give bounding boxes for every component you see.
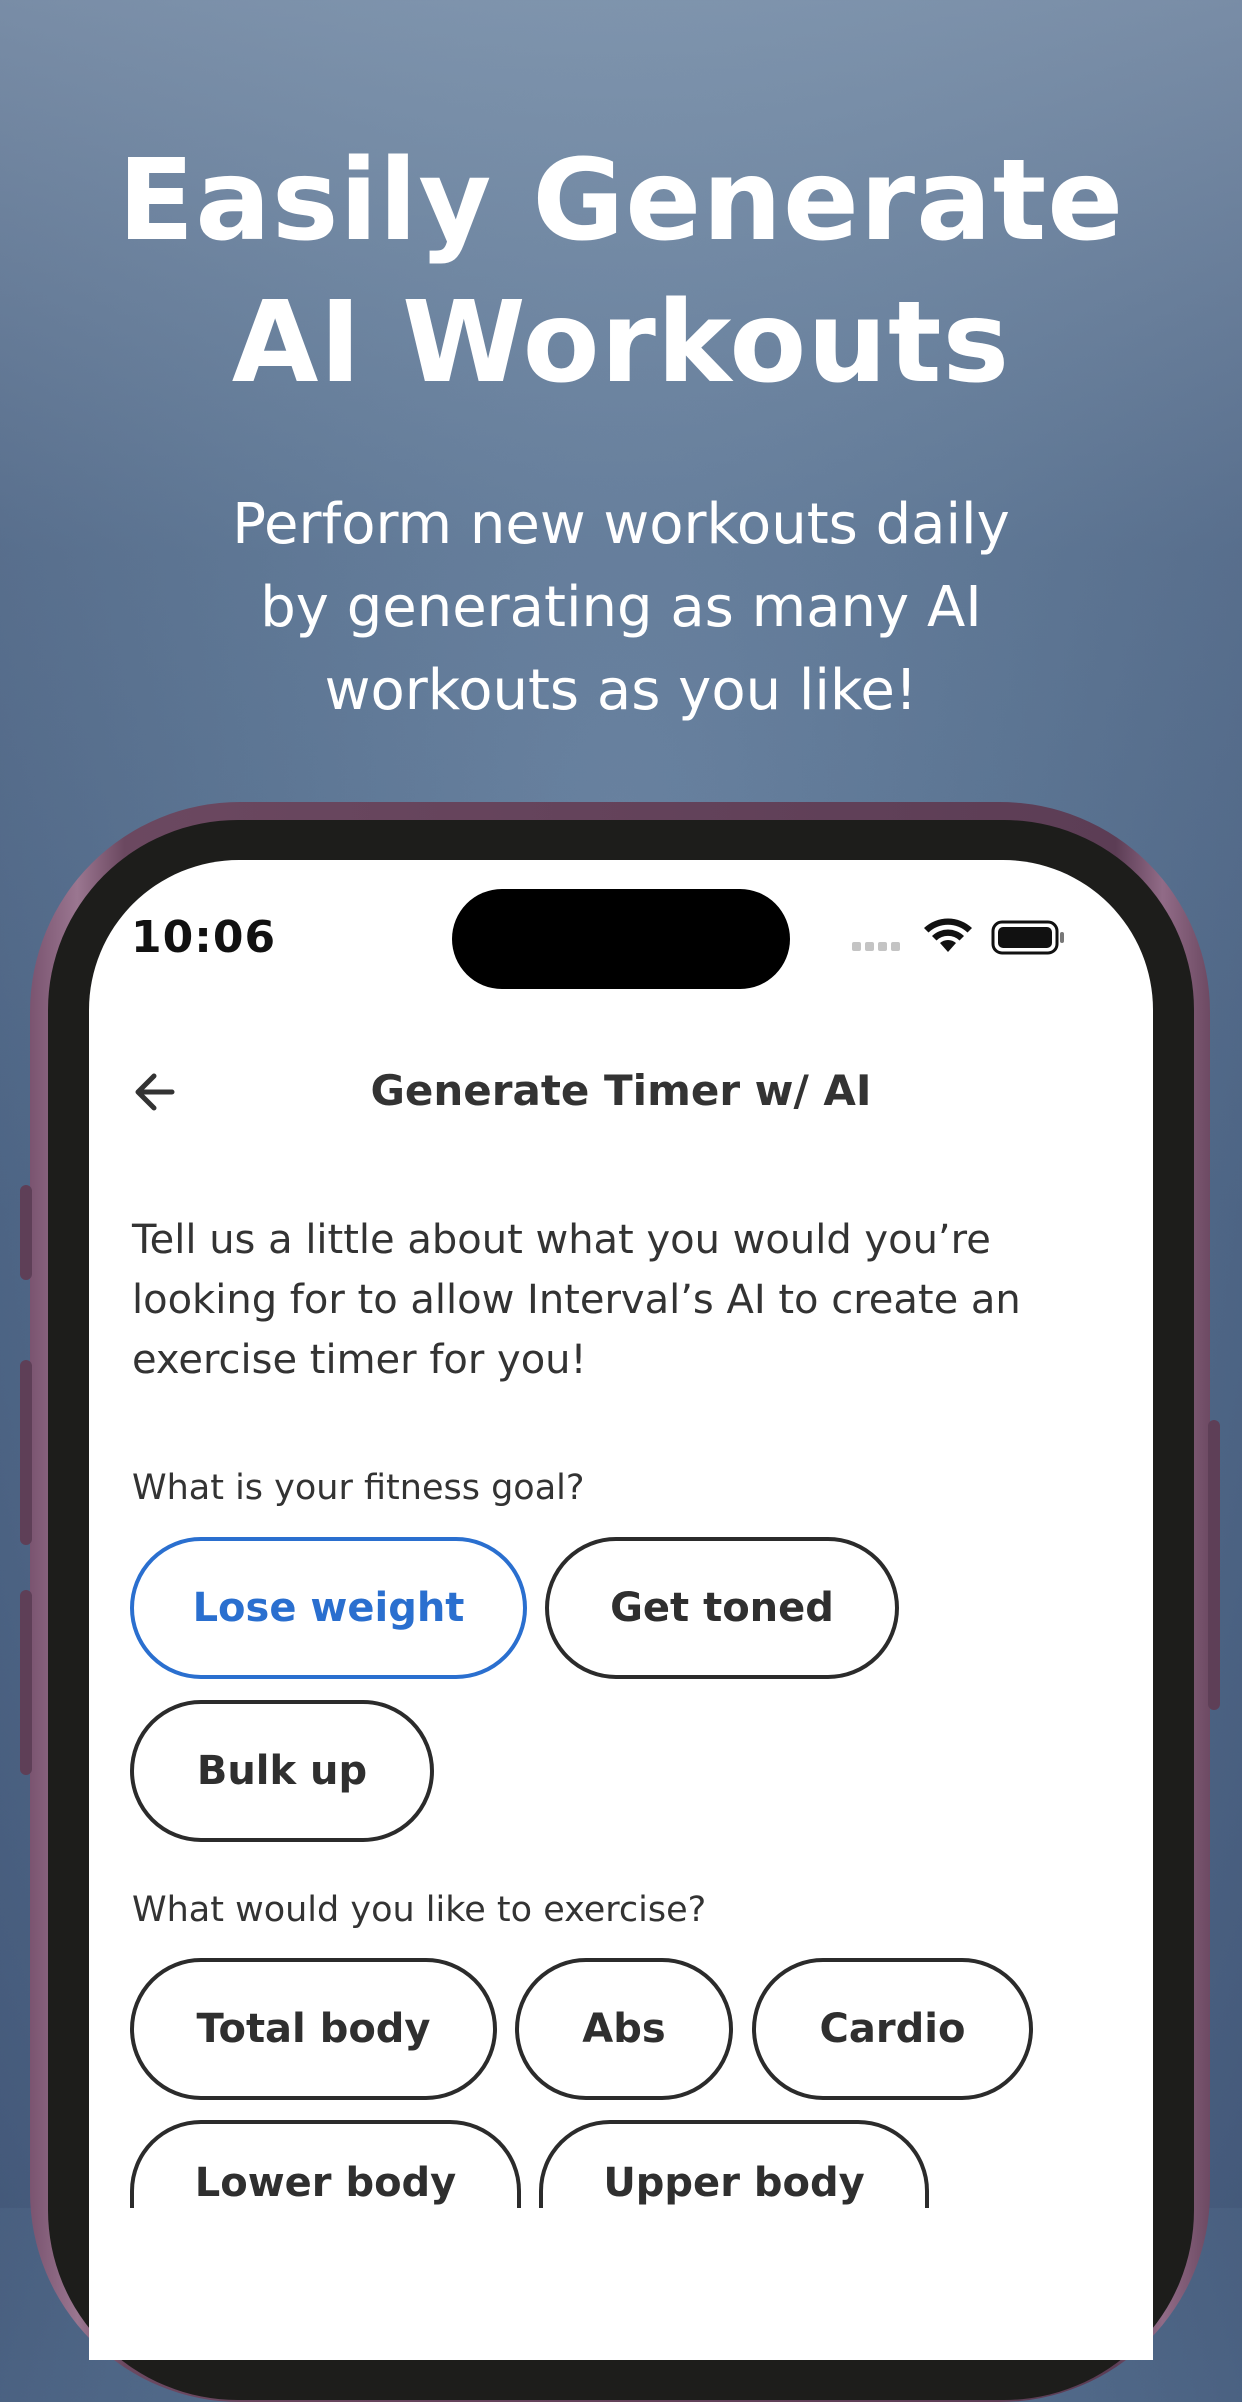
- goal-option-lose-weight[interactable]: Lose weight: [130, 1537, 527, 1679]
- headline-line-1: Easily Generate: [117, 136, 1125, 266]
- cellular-signal-icon: [852, 942, 900, 951]
- exercise-option-abs[interactable]: Abs: [515, 1958, 733, 2100]
- marketing-subhead: Perform new workouts daily by generating…: [121, 483, 1121, 732]
- subhead-line-3: workouts as you like!: [324, 658, 918, 723]
- marketing-headline: Easily Generate AI Workouts: [0, 130, 1242, 414]
- phone-side-button-volume-down: [20, 1590, 32, 1775]
- exercise-option-cardio[interactable]: Cardio: [752, 1958, 1033, 2100]
- phone-side-button-volume-up: [20, 1360, 32, 1545]
- subhead-line-1: Perform new workouts daily: [232, 492, 1010, 557]
- intro-line-3: exercise timer for you!: [132, 1337, 587, 1383]
- intro-line-2: looking for to allow Interval’s AI to cr…: [132, 1277, 1021, 1323]
- wifi-icon: [924, 918, 972, 952]
- battery-icon: [991, 920, 1064, 955]
- intro-line-1: Tell us a little about what you would yo…: [132, 1217, 991, 1263]
- page-title: Generate Timer w/ AI: [370, 1066, 872, 1115]
- headline-line-2: AI Workouts: [231, 278, 1011, 408]
- phone-side-button-silent: [20, 1185, 32, 1280]
- subhead-line-2: by generating as many AI: [260, 575, 982, 640]
- intro-text: Tell us a little about what you would yo…: [132, 1210, 1052, 1390]
- phone-side-button-power: [1208, 1420, 1220, 1710]
- status-bar-icons: [852, 918, 1064, 955]
- dynamic-island: [452, 889, 790, 989]
- fitness-goal-question: What is your fitness goal?: [132, 1468, 585, 1508]
- goal-option-bulk-up[interactable]: Bulk up: [130, 1700, 434, 1842]
- goal-option-get-toned[interactable]: Get toned: [545, 1537, 899, 1679]
- status-time: 10:06: [131, 912, 277, 963]
- exercise-option-total-body[interactable]: Total body: [130, 1958, 497, 2100]
- exercise-area-question: What would you like to exercise?: [132, 1890, 707, 1930]
- exercise-option-upper-body[interactable]: Upper body: [539, 2120, 929, 2208]
- exercise-option-lower-body[interactable]: Lower body: [130, 2120, 521, 2208]
